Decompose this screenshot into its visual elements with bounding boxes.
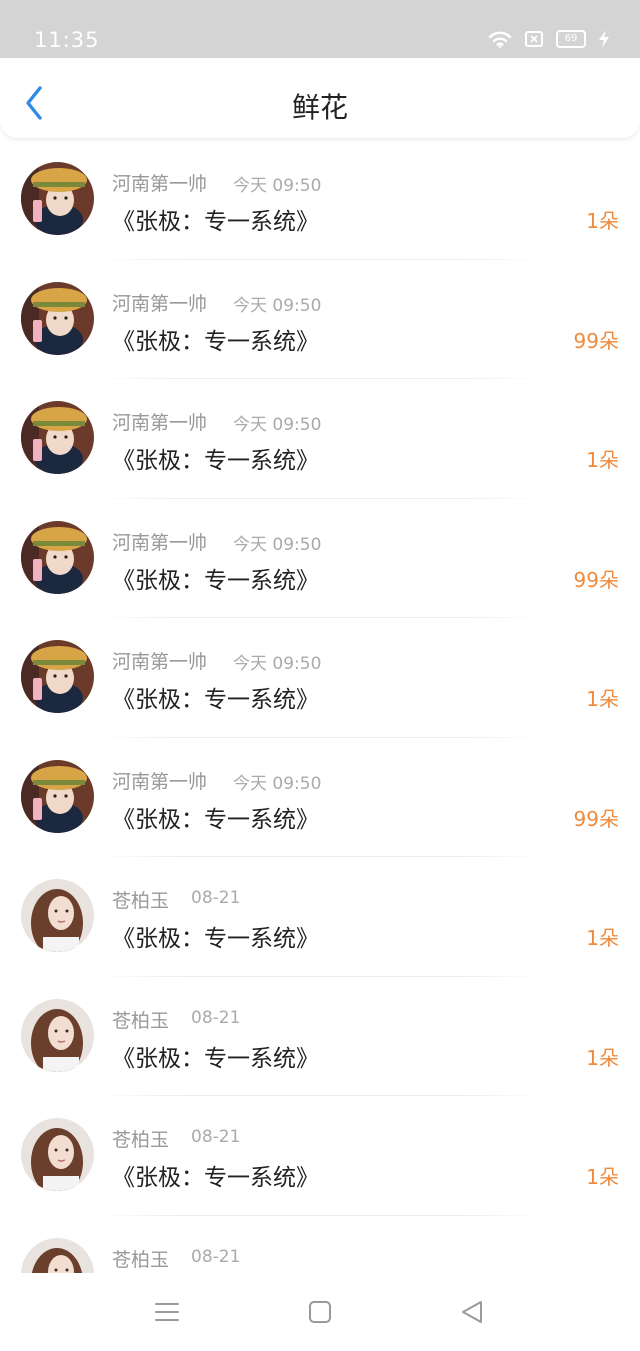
timestamp: 今天 09:50 — [233, 654, 322, 674]
user-name: 河南第一帅 — [112, 770, 208, 793]
back-nav-button[interactable] — [457, 1297, 487, 1327]
flower-amount: 1朵 — [586, 687, 619, 711]
menu-button[interactable] — [152, 1297, 182, 1327]
user-name: 河南第一帅 — [112, 531, 208, 554]
avatar[interactable] — [21, 998, 94, 1072]
book-title: 《张极：专一系统》 — [112, 926, 319, 952]
user-name: 河南第一帅 — [112, 173, 208, 195]
avatar[interactable] — [21, 879, 94, 952]
user-name: 苍柏玉 — [112, 1009, 170, 1032]
avatar[interactable] — [21, 281, 94, 355]
book-title: 《张极：专一系统》 — [112, 328, 319, 355]
book-title: 《张极：专一系统》 — [112, 687, 319, 713]
flower-record-list: 河南第一帅 今天 09:50 《张极：专一系统》 1朵 河南第一帅 今天 09:… — [0, 140, 640, 1273]
timestamp: 08-21 — [191, 888, 241, 908]
user-name: 苍柏玉 — [112, 890, 170, 912]
book-title: 《张极：专一系统》 — [112, 448, 319, 474]
book-title: 《张极：专一系统》 — [112, 1165, 319, 1191]
home-button[interactable] — [305, 1297, 335, 1327]
list-item[interactable]: 河南第一帅 今天 09:50 《张极：专一系统》 1朵 — [0, 379, 640, 499]
flower-amount: 1朵 — [586, 926, 619, 950]
list-item[interactable]: 苍柏玉 08-21 — [0, 1216, 640, 1273]
list-item[interactable]: 苍柏玉 08-21 《张极：专一系统》 1朵 — [0, 977, 640, 1097]
charging-icon — [599, 30, 609, 48]
list-item[interactable]: 河南第一帅 今天 09:50 《张极：专一系统》 99朵 — [0, 260, 640, 380]
screen-record-icon — [525, 31, 543, 47]
avatar[interactable] — [21, 162, 94, 235]
page-title: 鲜花 — [291, 91, 348, 124]
avatar[interactable] — [21, 1118, 94, 1191]
timestamp: 08-21 — [191, 1246, 241, 1267]
list-item[interactable]: 河南第一帅 今天 09:50 《张极：专一系统》 99朵 — [0, 499, 640, 619]
status-bar: 11:35 69 — [0, 0, 640, 58]
list-item[interactable]: 苍柏玉 08-21 《张极：专一系统》 1朵 — [0, 1096, 640, 1216]
user-name: 苍柏玉 — [112, 1129, 170, 1151]
avatar[interactable] — [21, 640, 94, 713]
list-item[interactable]: 苍柏玉 08-21 《张极：专一系统》 1朵 — [0, 857, 640, 977]
avatar[interactable] — [21, 759, 94, 833]
avatar[interactable] — [21, 1237, 94, 1273]
flower-amount: 1朵 — [586, 448, 619, 472]
list-item[interactable]: 河南第一帅 今天 09:50 《张极：专一系统》 1朵 — [0, 140, 640, 260]
timestamp: 今天 09:50 — [233, 534, 322, 555]
flower-amount: 1朵 — [586, 209, 619, 233]
book-title: 《张极：专一系统》 — [112, 209, 319, 235]
book-title: 《张极：专一系统》 — [112, 567, 319, 594]
menu-icon — [155, 1303, 179, 1321]
system-nav-bar — [0, 1273, 640, 1351]
timestamp: 今天 09:50 — [233, 295, 322, 316]
list-item[interactable]: 河南第一帅 今天 09:50 《张极：专一系统》 99朵 — [0, 738, 640, 858]
flower-amount: 1朵 — [586, 1165, 619, 1189]
timestamp: 今天 09:50 — [233, 176, 322, 196]
avatar[interactable] — [21, 401, 94, 474]
timestamp: 08-21 — [191, 1007, 241, 1028]
user-name: 河南第一帅 — [112, 292, 208, 315]
book-title: 《张极：专一系统》 — [112, 1045, 319, 1072]
flower-amount: 99朵 — [573, 328, 619, 353]
wifi-icon — [488, 31, 512, 48]
flower-amount: 99朵 — [573, 567, 619, 592]
timestamp: 今天 09:50 — [233, 773, 322, 794]
timestamp: 今天 09:50 — [233, 415, 322, 435]
header: 鲜花 — [0, 58, 640, 138]
timestamp: 08-21 — [191, 1127, 241, 1147]
home-square-icon — [309, 1301, 331, 1323]
flower-amount: 1朵 — [586, 1045, 619, 1070]
book-title: 《张极：专一系统》 — [112, 806, 319, 833]
list-item[interactable]: 河南第一帅 今天 09:50 《张极：专一系统》 1朵 — [0, 618, 640, 738]
status-time: 11:35 — [34, 28, 100, 52]
user-name: 河南第一帅 — [112, 651, 208, 673]
back-triangle-icon — [462, 1301, 482, 1323]
battery-icon: 69 — [556, 30, 586, 48]
status-icons: 69 — [488, 28, 610, 50]
flower-amount: 99朵 — [573, 806, 619, 831]
user-name: 苍柏玉 — [112, 1248, 170, 1271]
avatar[interactable] — [21, 520, 94, 594]
user-name: 河南第一帅 — [112, 412, 208, 434]
